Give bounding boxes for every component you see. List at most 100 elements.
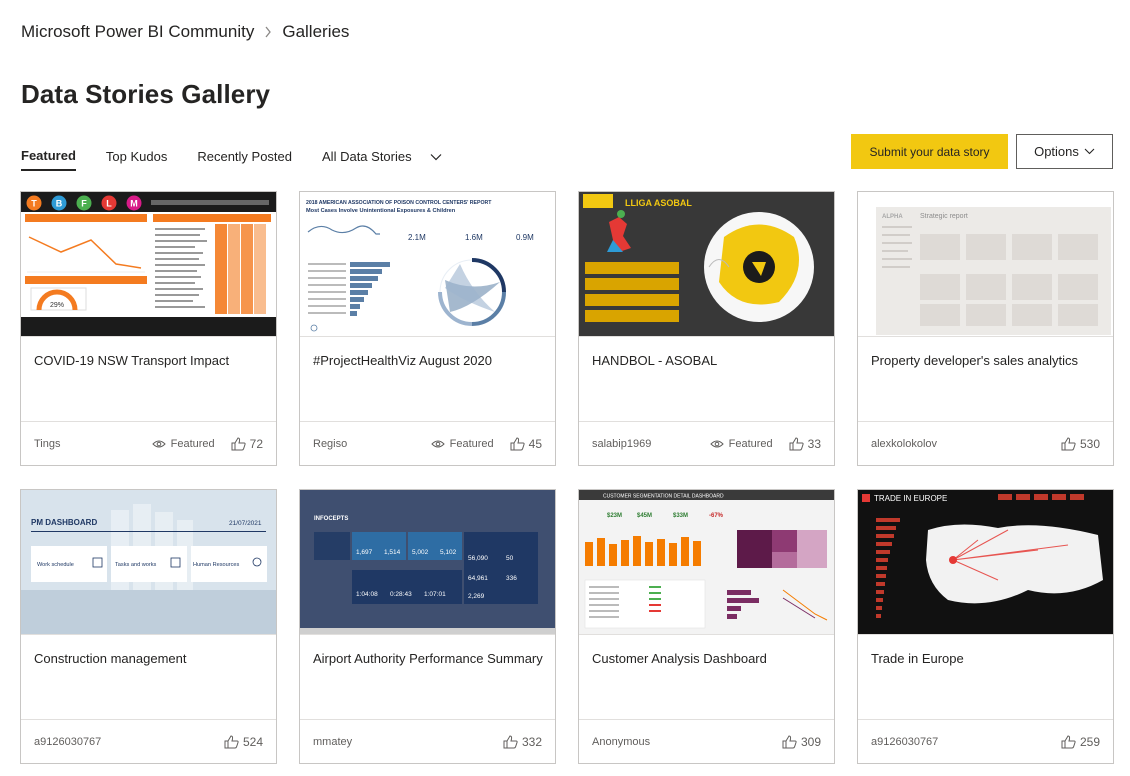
thumbs-up-icon xyxy=(231,437,246,451)
featured-label: Featured xyxy=(170,438,215,450)
svg-text:Tasks and works: Tasks and works xyxy=(115,562,157,568)
svg-text:TRADE IN EUROPE: TRADE IN EUROPE xyxy=(874,494,947,503)
submit-data-story-button[interactable]: Submit your data story xyxy=(851,134,1008,169)
svg-text:2018 AMERICAN ASSOCIATION OF P: 2018 AMERICAN ASSOCIATION OF POISON CONT… xyxy=(306,200,492,206)
story-title[interactable]: Customer Analysis Dashboard xyxy=(592,651,767,666)
story-thumbnail: TRADE IN EUROPE xyxy=(858,490,1113,635)
thumbs-up-icon xyxy=(503,735,518,749)
featured-badge: Featured xyxy=(430,438,494,450)
kudos-count[interactable]: 332 xyxy=(503,735,542,749)
svg-text:T: T xyxy=(31,199,37,209)
svg-text:M: M xyxy=(130,199,138,209)
story-author[interactable]: alexkolokolov xyxy=(871,438,1061,450)
story-card[interactable]: ALPHA Strategic report Property develope… xyxy=(857,191,1114,466)
svg-text:50: 50 xyxy=(506,555,514,562)
options-label: Options xyxy=(1034,144,1079,159)
kudos-count[interactable]: 33 xyxy=(789,437,821,451)
story-author[interactable]: Tings xyxy=(34,438,152,450)
story-thumbnail: T B F L M 29% xyxy=(21,192,276,337)
story-footer: a9126030767 259 xyxy=(858,719,1113,764)
svg-text:$45M: $45M xyxy=(637,513,652,519)
options-button[interactable]: Options xyxy=(1016,134,1113,169)
svg-text:0.9M: 0.9M xyxy=(516,233,534,242)
story-title[interactable]: #ProjectHealthViz August 2020 xyxy=(313,353,492,368)
thumbs-up-icon xyxy=(782,735,797,749)
story-footer: alexkolokolov 530 xyxy=(858,421,1113,466)
kudos-count[interactable]: 72 xyxy=(231,437,263,451)
featured-label: Featured xyxy=(449,438,494,450)
story-card[interactable]: INFOCEPTS 1,697 1,514 5,002 5,102 56,090… xyxy=(299,489,556,764)
chevron-right-icon xyxy=(264,26,272,38)
svg-text:1:04:08: 1:04:08 xyxy=(356,591,378,598)
kudos-count[interactable]: 530 xyxy=(1061,437,1100,451)
story-card[interactable]: LLIGA ASOBAL HANDBOL - ASOBAL salabip196… xyxy=(578,191,835,466)
kudos-count[interactable]: 45 xyxy=(510,437,542,451)
all-data-stories-label: All Data Stories xyxy=(322,149,412,164)
story-card[interactable]: 2018 AMERICAN ASSOCIATION OF POISON CONT… xyxy=(299,191,556,466)
story-title[interactable]: HANDBOL - ASOBAL xyxy=(592,353,717,368)
breadcrumb-home-link[interactable]: Microsoft Power BI Community xyxy=(21,22,254,42)
story-title[interactable]: Construction management xyxy=(34,651,186,666)
story-author[interactable]: a9126030767 xyxy=(871,736,1061,748)
svg-text:1:07:01: 1:07:01 xyxy=(424,591,446,598)
breadcrumb-galleries-link[interactable]: Galleries xyxy=(282,22,349,42)
kudos-value: 259 xyxy=(1079,735,1100,749)
tab-recently-posted[interactable]: Recently Posted xyxy=(197,149,292,170)
story-author[interactable]: Anonymous xyxy=(592,736,782,748)
kudos-value: 45 xyxy=(528,437,542,451)
svg-text:29%: 29% xyxy=(50,302,64,309)
breadcrumb: Microsoft Power BI Community Galleries xyxy=(21,21,349,43)
story-author[interactable]: Regiso xyxy=(313,438,431,450)
story-footer: mmatey 332 xyxy=(300,719,555,764)
svg-text:PM DASHBOARD: PM DASHBOARD xyxy=(31,518,97,527)
kudos-value: 332 xyxy=(521,735,542,749)
thumbs-up-icon xyxy=(789,437,804,451)
svg-text:INFOCEPTS: INFOCEPTS xyxy=(314,516,348,522)
kudos-value: 33 xyxy=(807,437,821,451)
thumbs-up-icon xyxy=(224,735,239,749)
kudos-count[interactable]: 259 xyxy=(1061,735,1100,749)
svg-text:B: B xyxy=(56,199,63,209)
svg-text:2,269: 2,269 xyxy=(468,593,485,600)
svg-text:56,090: 56,090 xyxy=(468,555,488,562)
story-card[interactable]: TRADE IN EUROPE Trade in Europe a9126030… xyxy=(857,489,1114,764)
svg-text:Human Resources: Human Resources xyxy=(193,562,240,568)
featured-badge: Featured xyxy=(709,438,773,450)
tab-top-kudos[interactable]: Top Kudos xyxy=(106,149,167,170)
story-thumbnail: PM DASHBOARD 21/07/2021 Work schedule Ta… xyxy=(21,490,276,635)
thumbs-up-icon xyxy=(1061,735,1076,749)
kudos-count[interactable]: 524 xyxy=(224,735,263,749)
eye-icon xyxy=(151,440,166,448)
svg-text:$23M: $23M xyxy=(607,513,622,519)
story-footer: Anonymous 309 xyxy=(579,719,834,764)
story-card[interactable]: CUSTOMER SEGMENTATION DETAIL DASHBOARD $… xyxy=(578,489,835,764)
kudos-value: 309 xyxy=(800,735,821,749)
story-footer: Regiso Featured 45 xyxy=(300,421,555,466)
svg-text:2.1M: 2.1M xyxy=(408,233,426,242)
story-title[interactable]: Trade in Europe xyxy=(871,651,964,666)
svg-text:1,697: 1,697 xyxy=(356,549,373,556)
tab-featured[interactable]: Featured xyxy=(21,148,76,171)
story-title[interactable]: COVID-19 NSW Transport Impact xyxy=(34,353,229,368)
kudos-value: 72 xyxy=(249,437,263,451)
story-card[interactable]: PM DASHBOARD 21/07/2021 Work schedule Ta… xyxy=(20,489,277,764)
story-title[interactable]: Airport Authority Performance Summary xyxy=(313,651,543,666)
svg-text:1.6M: 1.6M xyxy=(465,233,483,242)
story-author[interactable]: salabip1969 xyxy=(592,438,710,450)
story-title[interactable]: Property developer's sales analytics xyxy=(871,353,1078,368)
featured-badge: Featured xyxy=(151,438,215,450)
svg-text:Most Cases Involve Unintention: Most Cases Involve Unintentional Exposur… xyxy=(306,208,456,214)
story-thumbnail: ALPHA Strategic report xyxy=(858,192,1113,337)
story-thumbnail: CUSTOMER SEGMENTATION DETAIL DASHBOARD $… xyxy=(579,490,834,635)
kudos-count[interactable]: 309 xyxy=(782,735,821,749)
story-thumbnail: LLIGA ASOBAL xyxy=(579,192,834,337)
story-card[interactable]: T B F L M 29% COVID-19 NSW Transport Imp… xyxy=(20,191,277,466)
svg-text:$33M: $33M xyxy=(673,513,688,519)
all-data-stories-dropdown[interactable]: All Data Stories xyxy=(322,149,442,170)
story-author[interactable]: mmatey xyxy=(313,736,503,748)
gallery-tabs: Featured Top Kudos Recently Posted All D… xyxy=(21,148,442,171)
story-footer: salabip1969 Featured 33 xyxy=(579,421,834,466)
story-thumbnail: 2018 AMERICAN ASSOCIATION OF POISON CONT… xyxy=(300,192,555,337)
kudos-value: 530 xyxy=(1079,437,1100,451)
story-author[interactable]: a9126030767 xyxy=(34,736,224,748)
